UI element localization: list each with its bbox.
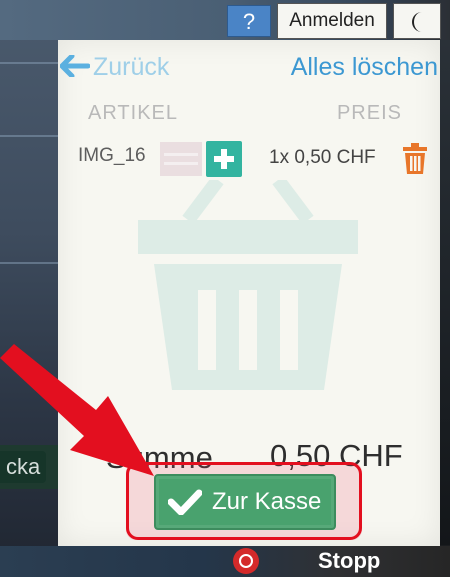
background-app-left [0,0,60,577]
background-app-right [440,40,450,545]
arrow-left-icon [59,53,91,79]
login-button[interactable]: Anmelden [277,3,387,39]
stop-icon[interactable] [233,548,259,574]
back-link[interactable]: Zurück [59,52,170,82]
column-header-price: PREIS [336,102,402,124]
background-stripe [0,262,60,264]
cart-item-price: 1x 0,50 CHF [269,147,376,168]
thumbnail-line [164,162,198,165]
back-label: Zurück [93,53,170,81]
thumbnail-line [164,153,198,156]
highlight-frame [126,462,362,540]
column-header-article: ARTIKEL [88,102,178,124]
trash-icon [403,143,427,174]
help-button[interactable]: ? [227,5,271,37]
background-stripe [0,135,60,137]
cart-item-thumbnail [160,142,202,176]
add-quantity-button[interactable] [206,141,242,177]
annotation-arrow-icon [0,344,154,476]
plus-icon-stem [221,149,227,169]
delete-item-button[interactable] [402,143,428,175]
background-stripe [0,62,60,64]
moon-icon [412,12,422,32]
stop-button[interactable]: Stopp [318,548,380,574]
cart-item-name: IMG_16 [78,145,146,166]
stop-icon-ring [239,554,253,568]
bottom-bar [0,546,450,577]
clear-all-button[interactable]: Alles löschen [291,52,438,82]
top-bar: ? Anmelden [0,0,450,40]
theme-toggle-button[interactable] [393,3,441,39]
